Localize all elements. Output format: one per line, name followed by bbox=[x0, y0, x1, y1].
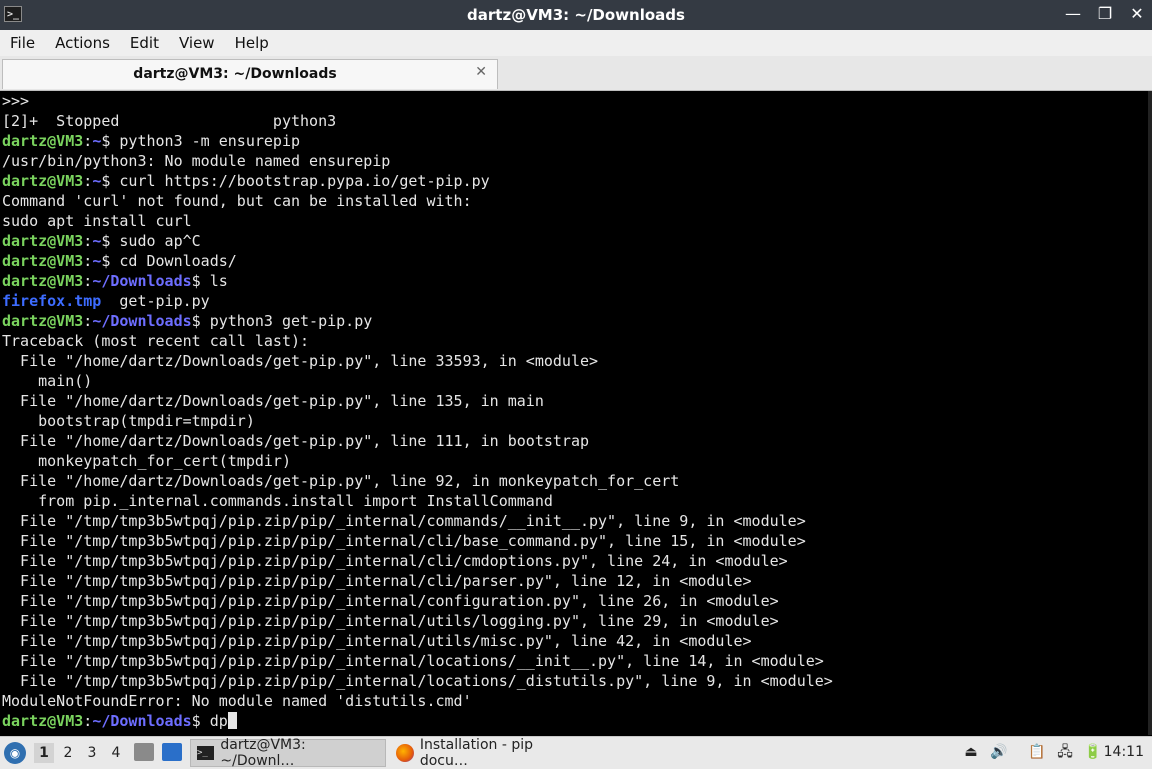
eject-icon[interactable]: ⏏ bbox=[962, 743, 980, 761]
text-cursor bbox=[227, 712, 237, 729]
window-title: dartz@VM3: ~/Downloads bbox=[467, 6, 685, 24]
terminal-line: >>> bbox=[2, 92, 30, 110]
workspace-3[interactable]: 3 bbox=[82, 743, 102, 763]
menu-view[interactable]: View bbox=[169, 34, 225, 52]
workspace-1[interactable]: 1 bbox=[34, 743, 54, 763]
traceback-line: bootstrap(tmpdir=tmpdir) bbox=[2, 412, 255, 430]
traceback-line: monkeypatch_for_cert(tmpdir) bbox=[2, 452, 291, 470]
power-icon[interactable]: 🔋 bbox=[1084, 743, 1102, 761]
traceback-line: File "/tmp/tmp3b5wtpqj/pip.zip/pip/_inte… bbox=[2, 672, 833, 690]
task-firefox[interactable]: Installation - pip docu… bbox=[390, 737, 590, 769]
traceback-line: File "/tmp/tmp3b5wtpqj/pip.zip/pip/_inte… bbox=[2, 592, 779, 610]
traceback-line: File "/home/dartz/Downloads/get-pip.py",… bbox=[2, 472, 680, 490]
terminal-prompt-line: dartz@VM3:~/Downloads$ python3 get-pip.p… bbox=[2, 312, 373, 330]
current-command-input: dp bbox=[209, 712, 228, 730]
start-menu-icon[interactable]: ◉ bbox=[4, 742, 26, 764]
terminal-prompt-line: dartz@VM3:~$ python3 -m ensurepip bbox=[2, 132, 301, 150]
volume-icon[interactable]: 🔊 bbox=[990, 743, 1008, 761]
task-label: dartz@VM3: ~/Downl… bbox=[220, 737, 306, 769]
terminal-line: firefox.tmp get-pip.py bbox=[2, 292, 210, 310]
menu-actions[interactable]: Actions bbox=[45, 34, 120, 52]
firefox-icon bbox=[396, 744, 414, 762]
maximize-icon[interactable]: ❐ bbox=[1096, 4, 1114, 23]
tab-terminal[interactable]: dartz@VM3: ~/Downloads ✕ bbox=[2, 59, 498, 89]
traceback-line: File "/tmp/tmp3b5wtpqj/pip.zip/pip/_inte… bbox=[2, 572, 752, 590]
clipboard-icon[interactable]: 📋 bbox=[1028, 743, 1046, 761]
terminal-output[interactable]: >>> [2]+ Stopped python3 dartz@VM3:~$ py… bbox=[0, 91, 1152, 735]
traceback-line: File "/tmp/tmp3b5wtpqj/pip.zip/pip/_inte… bbox=[2, 652, 824, 670]
window-titlebar: >_ dartz@VM3: ~/Downloads — ❐ ✕ bbox=[0, 0, 1152, 30]
taskbar: ◉ 1 2 3 4 >_ dartz@VM3: ~/Downl… Install… bbox=[0, 736, 1152, 769]
task-label: Installation - pip docu… bbox=[419, 737, 533, 769]
terminal-prompt-line: dartz@VM3:~$ sudo ap^C bbox=[2, 232, 201, 250]
traceback-line: File "/tmp/tmp3b5wtpqj/pip.zip/pip/_inte… bbox=[2, 552, 788, 570]
terminal-prompt-line: dartz@VM3:~$ curl https://bootstrap.pypa… bbox=[2, 172, 490, 190]
terminal-prompt-line: dartz@VM3:~/Downloads$ ls bbox=[2, 272, 228, 290]
terminal-scrollbar[interactable] bbox=[1148, 91, 1152, 735]
show-desktop-icon[interactable] bbox=[162, 743, 182, 761]
terminal-icon: >_ bbox=[197, 746, 215, 760]
traceback-line: from pip._internal.commands.install impo… bbox=[2, 492, 553, 510]
task-terminal[interactable]: >_ dartz@VM3: ~/Downl… bbox=[190, 737, 386, 769]
window-controls: — ❐ ✕ bbox=[1064, 4, 1146, 23]
tab-close-icon[interactable]: ✕ bbox=[475, 64, 487, 80]
close-icon[interactable]: ✕ bbox=[1128, 4, 1146, 23]
minimize-icon[interactable]: — bbox=[1064, 4, 1082, 23]
traceback-line: File "/tmp/tmp3b5wtpqj/pip.zip/pip/_inte… bbox=[2, 632, 752, 650]
traceback-line: File "/tmp/tmp3b5wtpqj/pip.zip/pip/_inte… bbox=[2, 532, 806, 550]
tab-bar: dartz@VM3: ~/Downloads ✕ bbox=[0, 56, 1152, 91]
traceback-line: File "/home/dartz/Downloads/get-pip.py",… bbox=[2, 392, 544, 410]
traceback-line: main() bbox=[2, 372, 93, 390]
tab-label: dartz@VM3: ~/Downloads bbox=[133, 66, 337, 82]
network-icon[interactable]: 🖧 bbox=[1056, 743, 1074, 761]
terminal-line: [2]+ Stopped python3 bbox=[2, 112, 337, 130]
traceback-line: File "/tmp/tmp3b5wtpqj/pip.zip/pip/_inte… bbox=[2, 512, 806, 530]
file-manager-icon[interactable] bbox=[134, 743, 154, 761]
menu-bar: File Actions Edit View Help bbox=[0, 30, 1152, 56]
menu-edit[interactable]: Edit bbox=[120, 34, 169, 52]
traceback-line: Traceback (most recent call last): bbox=[2, 332, 310, 350]
ls-directory-entry: firefox.tmp bbox=[2, 292, 102, 310]
terminal-prompt-line[interactable]: dartz@VM3:~/Downloads$ dp bbox=[0, 711, 1152, 731]
menu-file[interactable]: File bbox=[0, 34, 45, 52]
terminal-prompt-line: dartz@VM3:~$ cd Downloads/ bbox=[2, 252, 237, 270]
error-line: ModuleNotFoundError: No module named 'di… bbox=[2, 692, 472, 710]
clock[interactable]: 14:11 bbox=[1104, 744, 1144, 760]
terminal-line: Command 'curl' not found, but can be ins… bbox=[2, 192, 472, 210]
workspace-4[interactable]: 4 bbox=[106, 743, 126, 763]
terminal-line: /usr/bin/python3: No module named ensure… bbox=[2, 152, 391, 170]
traceback-line: File "/home/dartz/Downloads/get-pip.py",… bbox=[2, 432, 589, 450]
traceback-line: File "/tmp/tmp3b5wtpqj/pip.zip/pip/_inte… bbox=[2, 612, 779, 630]
menu-help[interactable]: Help bbox=[225, 34, 279, 52]
terminal-line: sudo apt install curl bbox=[2, 212, 192, 230]
traceback-line: File "/home/dartz/Downloads/get-pip.py",… bbox=[2, 352, 599, 370]
workspace-2[interactable]: 2 bbox=[58, 743, 78, 763]
